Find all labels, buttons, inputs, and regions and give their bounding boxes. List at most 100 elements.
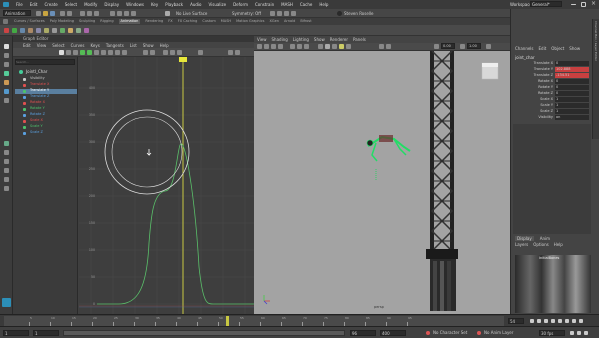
- rotate-tool-icon[interactable]: [4, 80, 9, 85]
- anim-layer-label[interactable]: No Anim Layer: [484, 330, 513, 335]
- attribute-value[interactable]: 102.888: [555, 67, 589, 72]
- channel-item[interactable]: Scale Z: [15, 130, 77, 136]
- vp-menu-lighting[interactable]: Lighting: [293, 37, 309, 42]
- paint-select-icon[interactable]: [4, 62, 9, 67]
- trax-icon[interactable]: [235, 50, 240, 55]
- cb-menu-edit[interactable]: Edit: [539, 46, 547, 51]
- attribute-row[interactable]: Scale Y1: [515, 103, 591, 108]
- smooth-shade-icon[interactable]: [325, 44, 330, 49]
- vp-menu-renderer[interactable]: Renderer: [330, 37, 348, 42]
- bookmark-icon[interactable]: [271, 44, 276, 49]
- menu-modify[interactable]: Modify: [84, 2, 97, 7]
- channel-item[interactable]: Rotate X: [15, 100, 77, 106]
- layout-four-icon[interactable]: [4, 150, 9, 155]
- ge-menu-keys[interactable]: Keys: [90, 43, 99, 48]
- fps-select[interactable]: 30 fps: [539, 330, 565, 336]
- last-tool-icon[interactable]: [4, 98, 9, 103]
- attribute-value[interactable]: 0: [555, 91, 589, 96]
- sound-icon[interactable]: [577, 331, 581, 335]
- attribute-value[interactable]: 0: [555, 61, 589, 66]
- exposure-icon[interactable]: [434, 44, 439, 49]
- gamma-field[interactable]: 1.00: [467, 43, 481, 49]
- color-manage-icon[interactable]: [486, 44, 491, 49]
- exposure-field[interactable]: 0.00: [441, 43, 455, 49]
- lattice-deform-icon[interactable]: [73, 50, 78, 55]
- time-slider[interactable]: 5 10 15 20 25 30 35 40 45 50 55 60 65 70 75 80 85 90 95 54: [0, 314, 599, 326]
- menu-select[interactable]: Select: [65, 2, 77, 7]
- menu-audio[interactable]: Audio: [190, 2, 201, 7]
- step-back-icon[interactable]: [544, 319, 548, 323]
- lasso-tool-icon[interactable]: [4, 53, 9, 58]
- vp-menu-panels[interactable]: Panels: [353, 37, 366, 42]
- set-key-icon[interactable]: [4, 28, 9, 33]
- layout-single-icon[interactable]: [4, 141, 9, 146]
- normalize-icon[interactable]: [198, 50, 203, 55]
- key-stats-icon[interactable]: [80, 50, 85, 55]
- channel-item[interactable]: Translate Z: [15, 94, 77, 100]
- shadows-icon[interactable]: [346, 44, 351, 49]
- shelf-tab-rigging[interactable]: Rigging: [100, 19, 113, 24]
- select-tool-icon[interactable]: [4, 44, 9, 49]
- shelf-tab-animation[interactable]: Animation: [118, 19, 141, 24]
- layer-menu-options[interactable]: Options: [533, 242, 548, 247]
- channel-box-object-name[interactable]: joint_char: [515, 55, 535, 60]
- shelf-tab-sculpting[interactable]: Sculpting: [79, 19, 95, 24]
- buffer-curve-icon[interactable]: [163, 50, 168, 55]
- undo-icon[interactable]: [60, 11, 65, 16]
- channel-box-side-tab[interactable]: Channel Box / Layer Editor: [592, 19, 599, 139]
- layer-name-label[interactable]: initialBones: [539, 256, 559, 261]
- unify-tangent-icon[interactable]: [150, 50, 155, 55]
- graph-editor-shelf-icon[interactable]: [20, 28, 25, 33]
- attribute-value[interactable]: 0: [555, 85, 589, 90]
- menu-mash[interactable]: MASH: [281, 2, 293, 7]
- flat-tangent-icon[interactable]: [115, 50, 120, 55]
- ipr-render-icon[interactable]: [277, 11, 282, 16]
- channel-item[interactable]: Rotate Z: [15, 112, 77, 118]
- current-frame-field[interactable]: 54: [508, 318, 524, 324]
- wireframe-icon[interactable]: [318, 44, 323, 49]
- attribute-row[interactable]: Visibility on: [515, 115, 591, 120]
- open-scene-icon[interactable]: [43, 11, 48, 16]
- ge-menu-show[interactable]: Show: [143, 43, 154, 48]
- menu-create[interactable]: Create: [44, 2, 57, 7]
- snap-grid-icon[interactable]: [110, 11, 115, 16]
- vp-menu-shading[interactable]: Shading: [272, 37, 288, 42]
- anim-end-field[interactable]: 400: [380, 330, 406, 336]
- play-back-icon[interactable]: [551, 319, 555, 323]
- play-forward-icon[interactable]: [558, 319, 562, 323]
- shelf-tab-poly-modeling[interactable]: Poly Modeling: [50, 19, 74, 24]
- gamma-icon[interactable]: [460, 44, 465, 49]
- close-icon[interactable]: ×: [591, 1, 596, 7]
- magnet-icon[interactable]: [165, 11, 170, 16]
- attribute-value[interactable]: 0: [555, 79, 589, 84]
- shelf-tab-xgen[interactable]: XGen: [270, 19, 279, 24]
- shelf-tab-fx[interactable]: FX: [168, 19, 172, 24]
- menu-windows[interactable]: Windows: [126, 2, 144, 7]
- persp-viewport[interactable]: View Shading Lighting Show Renderer Pane…: [254, 36, 510, 314]
- character-model[interactable]: [366, 135, 411, 181]
- ge-menu-curves[interactable]: Curves: [71, 43, 85, 48]
- ge-menu-view[interactable]: View: [37, 43, 47, 48]
- attribute-row[interactable]: Rotate X0: [515, 79, 591, 84]
- range-bar[interactable]: [63, 330, 345, 336]
- outliner-root-item[interactable]: Jointl_Char: [15, 69, 77, 75]
- snap-curve-icon[interactable]: [117, 11, 122, 16]
- dope-sheet-icon[interactable]: [228, 50, 233, 55]
- menu-constrain[interactable]: Constrain: [255, 2, 274, 7]
- save-scene-icon[interactable]: [50, 11, 55, 16]
- ge-menu-list[interactable]: List: [130, 43, 137, 48]
- menu-file[interactable]: File: [16, 2, 23, 7]
- cb-menu-object[interactable]: Object: [551, 46, 564, 51]
- break-tangent-icon[interactable]: [143, 50, 148, 55]
- attribute-row[interactable]: Translate Y 102.888: [515, 67, 591, 72]
- graph-curve-area[interactable]: 400 350 300 250 200 150 100 50 0: [79, 57, 254, 314]
- attribute-row[interactable]: Scale Z1: [515, 109, 591, 114]
- bind-skin-icon[interactable]: [84, 28, 89, 33]
- shelf-tab-fx-caching[interactable]: FX Caching: [178, 19, 198, 24]
- command-line-icon[interactable]: [2, 298, 11, 307]
- attribute-row[interactable]: Translate X0: [515, 61, 591, 66]
- live-surface-label[interactable]: No Live Surface: [176, 11, 207, 16]
- xray-icon[interactable]: [386, 44, 391, 49]
- cb-menu-channels[interactable]: Channels: [515, 46, 534, 51]
- attribute-row[interactable]: Rotate Z0: [515, 91, 591, 96]
